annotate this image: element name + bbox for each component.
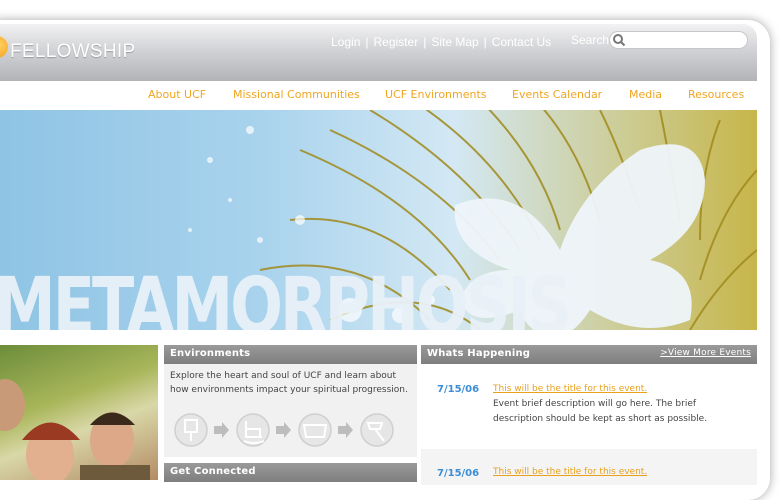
nav-media[interactable]: Media (629, 88, 662, 101)
whats-happening-header: Whats Happening >View More Events (421, 345, 757, 364)
event-title-link[interactable]: This will be the title for this event. (493, 382, 647, 397)
nav-missional-communities[interactable]: Missional Communities (233, 88, 360, 101)
get-connected-panel: Get Connected (164, 463, 417, 482)
environments-steps (174, 413, 394, 447)
environments-heading: Environments (164, 345, 417, 364)
separator: | (365, 35, 369, 49)
get-connected-heading[interactable]: Get Connected (164, 463, 417, 482)
separator: | (483, 35, 487, 49)
view-more-events-link[interactable]: >View More Events (660, 348, 751, 361)
login-link[interactable]: Login (331, 35, 360, 49)
event-date: 7/15/06 (437, 468, 480, 479)
environments-panel: Environments Explore the heart and soul … (164, 345, 417, 457)
whats-happening-heading: Whats Happening (427, 348, 531, 359)
search-label: Search (571, 33, 610, 47)
site-map-link[interactable]: Site Map (431, 35, 478, 49)
hero-title: METAMORPHOSIS (0, 260, 572, 330)
nav-events-calendar[interactable]: Events Calendar (512, 88, 602, 101)
nav-resources[interactable]: Resources (688, 88, 744, 101)
people-illustration (0, 379, 150, 480)
event-title-link[interactable]: This will be the title for this event. (493, 465, 647, 480)
nav-about-ucf[interactable]: About UCF (148, 88, 206, 101)
nav-ucf-environments[interactable]: UCF Environments (385, 88, 487, 101)
search-icon[interactable] (612, 33, 626, 47)
contact-us-link[interactable]: Contact Us (492, 35, 551, 49)
event-item: 7/15/06 This will be the title for this … (421, 382, 757, 442)
register-link[interactable]: Register (374, 35, 419, 49)
hero-banner: METAMORPHOSIS (0, 110, 757, 330)
people-photo (0, 345, 158, 480)
utility-links: Login | Register | Site Map | Contact Us (331, 35, 551, 49)
whats-happening-panel: Whats Happening >View More Events 7/15/0… (421, 345, 757, 485)
event-date: 7/15/06 (437, 384, 480, 395)
site-logo[interactable]: FELLOWSHIP (10, 41, 135, 63)
search-input[interactable] (609, 31, 748, 49)
separator: | (423, 35, 427, 49)
environments-text: Explore the heart and soul of UCF and le… (170, 371, 408, 395)
event-description: Event brief description will go here. Th… (493, 399, 708, 424)
